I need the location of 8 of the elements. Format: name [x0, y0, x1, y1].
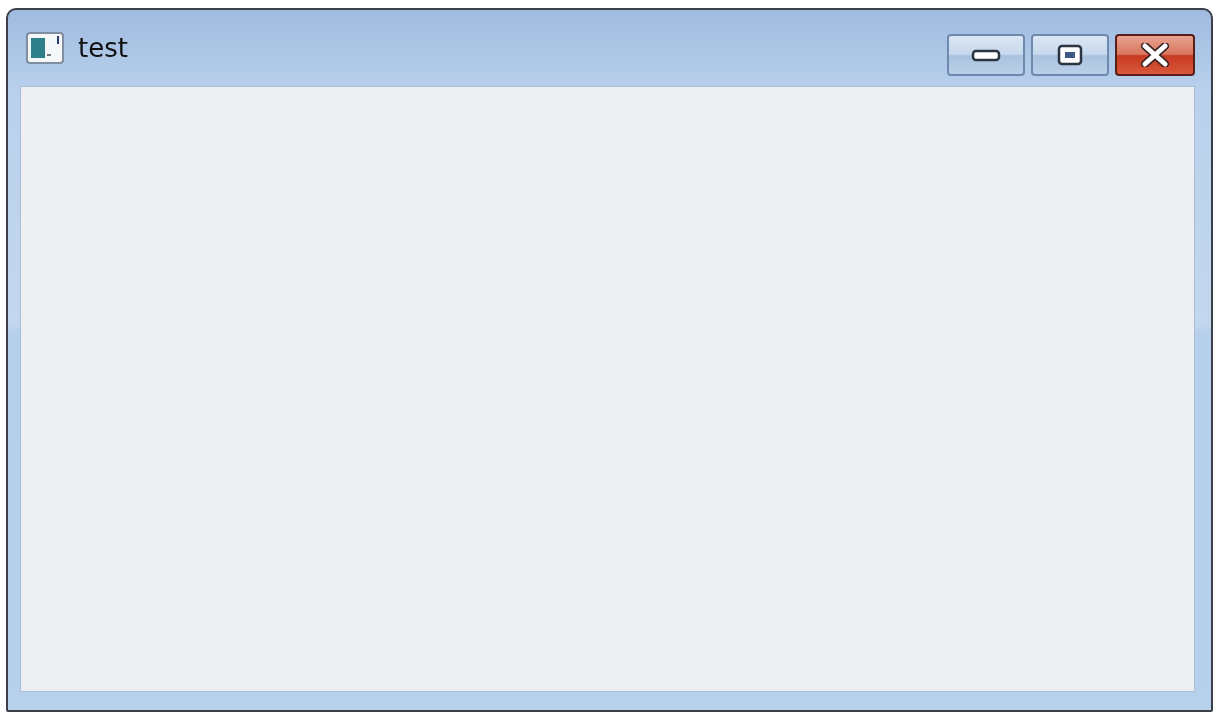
app-icon	[26, 32, 64, 64]
close-icon	[1139, 43, 1171, 67]
maximize-icon	[1057, 44, 1083, 66]
maximize-button[interactable]	[1031, 34, 1109, 76]
minimize-icon	[971, 48, 1001, 62]
close-button[interactable]	[1115, 34, 1195, 76]
minimize-button[interactable]	[947, 34, 1025, 76]
window-title: test	[78, 33, 128, 63]
